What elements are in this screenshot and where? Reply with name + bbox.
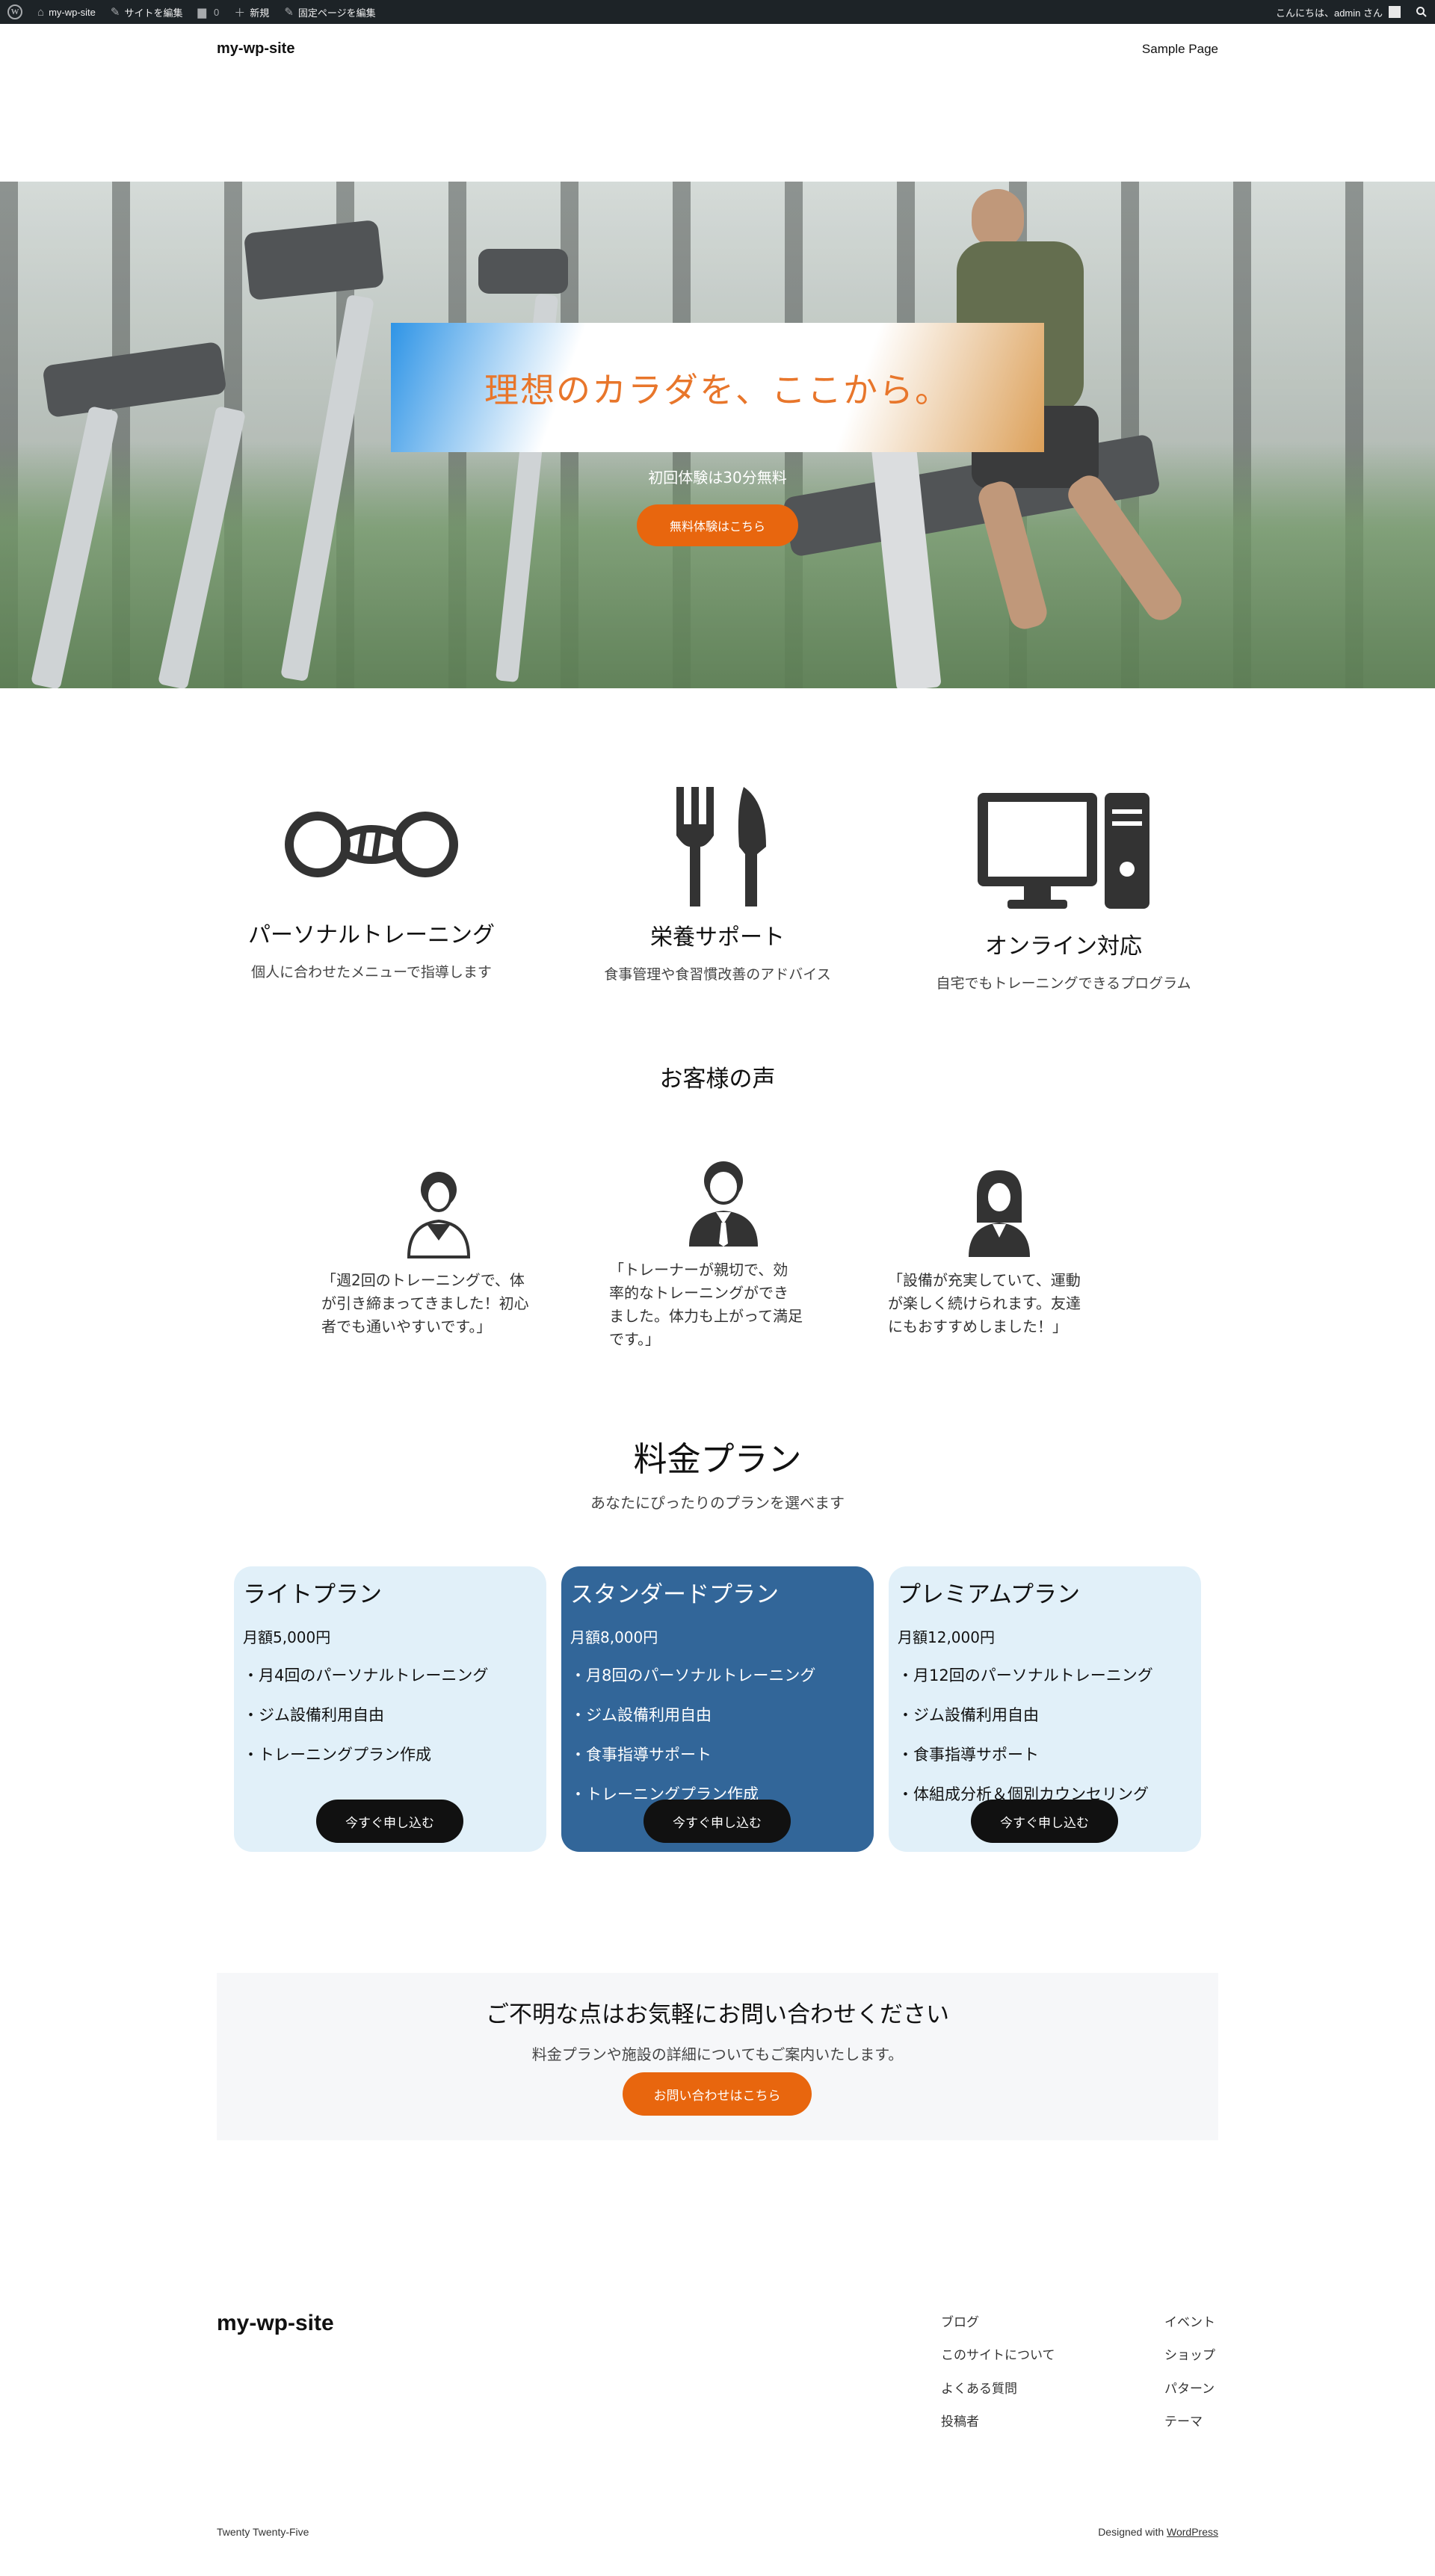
free-trial-button[interactable]: 無料体験はこちら bbox=[637, 504, 798, 546]
plan-feature-item: ・月4回のパーソナルトレーニング bbox=[243, 1667, 489, 1684]
contact-title: ご不明な点はお気軽にお問い合わせください bbox=[486, 2001, 949, 2028]
wordpress-logo-menu[interactable]: W bbox=[0, 0, 30, 24]
admin-bar-account[interactable]: こんにちは、admin さん bbox=[1268, 0, 1408, 24]
wordpress-link[interactable]: WordPress bbox=[1167, 2526, 1218, 2538]
admin-bar: W ⌂ my-wp-site ✎ サイトを編集 ▆ 0 ＋ 新規 ✎ 固定ページ… bbox=[0, 0, 1435, 24]
admin-bar-site-name[interactable]: ⌂ my-wp-site bbox=[30, 0, 103, 24]
admin-bar-search[interactable] bbox=[1408, 0, 1435, 24]
footer-link-shop[interactable]: ショップ bbox=[1164, 2344, 1215, 2363]
admin-bar-comments[interactable]: ▆ 0 bbox=[191, 0, 227, 24]
woman-avatar-icon bbox=[407, 1172, 471, 1258]
footer-link-themes[interactable]: テーマ bbox=[1164, 2411, 1203, 2430]
wordpress-logo-icon: W bbox=[7, 4, 22, 19]
footer-link-authors[interactable]: 投稿者 bbox=[941, 2411, 979, 2430]
feature-personal-training: パーソナルトレーニング 個人に合わせたメニューで指導します bbox=[215, 781, 528, 981]
footer-link-patterns[interactable]: パターン bbox=[1164, 2378, 1215, 2397]
apply-now-button[interactable]: 今すぐ申し込む bbox=[644, 1800, 791, 1843]
feature-description: 個人に合わせたメニューで指導します bbox=[251, 964, 492, 980]
designed-with-credit: Designed with WordPress bbox=[1098, 2526, 1218, 2538]
hero-headline-banner: 理想のカラダを、ここから。 bbox=[391, 323, 1044, 452]
admin-bar-edit-page[interactable]: ✎ 固定ページを編集 bbox=[277, 0, 383, 24]
admin-bar-edit-site[interactable]: ✎ サイトを編集 bbox=[103, 0, 191, 24]
plan-feature-item: ・食事指導サポート bbox=[898, 1746, 1039, 1764]
pricing-title: 料金プラン bbox=[633, 1439, 802, 1479]
apply-now-button[interactable]: 今すぐ申し込む bbox=[971, 1800, 1118, 1843]
avatar bbox=[1389, 6, 1401, 18]
home-icon: ⌂ bbox=[37, 5, 45, 19]
admin-bar-site-name-label: my-wp-site bbox=[49, 6, 96, 18]
plus-icon: ＋ bbox=[234, 6, 246, 19]
desktop-computer-icon bbox=[978, 793, 1149, 909]
plan-card-standard: スタンダードプラン 月額8,000円 ・月8回のパーソナルトレーニング ・ジム設… bbox=[561, 1566, 874, 1852]
plan-name: ライトプラン bbox=[243, 1581, 382, 1608]
plan-feature-item: ・ジム設備利用自由 bbox=[243, 1706, 384, 1724]
testimonials-title: お客様の声 bbox=[659, 1066, 776, 1093]
footer-link-faq[interactable]: よくある質問 bbox=[941, 2378, 1017, 2397]
plan-features: ・月12回のパーソナルトレーニング ・ジム設備利用自由 ・食事指導サポート ・体… bbox=[898, 1664, 1192, 1805]
footer-link-blog[interactable]: ブログ bbox=[941, 2311, 979, 2330]
footer-link-events[interactable]: イベント bbox=[1164, 2311, 1215, 2330]
site-title-link[interactable]: my-wp-site bbox=[217, 40, 294, 58]
nav-sample-page[interactable]: Sample Page bbox=[1142, 42, 1218, 57]
comment-count: 0 bbox=[214, 6, 220, 18]
admin-bar-edit-site-label: サイトを編集 bbox=[124, 7, 183, 19]
plan-feature-item: ・トレーニングプラン作成 bbox=[243, 1746, 431, 1764]
footer-link-about[interactable]: このサイトについて bbox=[941, 2344, 1055, 2363]
comment-icon: ▆ bbox=[197, 6, 207, 19]
fork-knife-icon bbox=[676, 787, 766, 906]
feature-title: オンライン対応 bbox=[985, 933, 1142, 960]
search-icon bbox=[1416, 7, 1427, 17]
testimonial-card: 「設備が充実していて、運動 が楽しく続けられます。友達 にもおすすめしました！」 bbox=[888, 1269, 1120, 1338]
brush-icon: ✎ bbox=[110, 6, 120, 19]
site-header: my-wp-site Sample Page bbox=[0, 24, 1435, 99]
hero-section: 理想のカラダを、ここから。 初回体験は30分無料 無料体験はこちら bbox=[0, 182, 1435, 688]
plan-name: スタンダードプラン bbox=[570, 1581, 779, 1608]
testimonial-card: 「週2回のトレーニングで、体 が引き締まってきました！初心 者でも通いやすいです… bbox=[321, 1269, 553, 1338]
footer-site-title[interactable]: my-wp-site bbox=[217, 2311, 334, 2336]
plan-price: 月額5,000円 bbox=[243, 1628, 331, 1646]
feature-title: 栄養サポート bbox=[650, 924, 785, 951]
plan-card-premium: プレミアムプラン 月額12,000円 ・月12回のパーソナルトレーニング ・ジム… bbox=[889, 1566, 1201, 1852]
woman-suit-avatar-icon bbox=[969, 1170, 1030, 1257]
feature-description: 食事管理や食習慣改善のアドバイス bbox=[604, 966, 831, 983]
plan-price: 月額12,000円 bbox=[898, 1628, 995, 1646]
contact-button[interactable]: お問い合わせはこちら bbox=[623, 2072, 812, 2116]
pricing-subtitle: あなたにぴったりのプランを選べます bbox=[590, 1494, 845, 1512]
pencil-icon: ✎ bbox=[284, 6, 294, 19]
plan-features: ・月8回のパーソナルトレーニング ・ジム設備利用自由 ・食事指導サポート ・トレ… bbox=[570, 1664, 865, 1805]
feature-title: パーソナルトレーニング bbox=[248, 922, 495, 948]
admin-bar-edit-page-label: 固定ページを編集 bbox=[297, 7, 376, 19]
testimonial-text: 「トレーナーが親切で、効 率的なトレーニングができ ました。体力も上がって満足 … bbox=[609, 1261, 803, 1348]
admin-bar-new-label: 新規 bbox=[250, 7, 270, 19]
hero-subtext: 初回体験は30分無料 bbox=[648, 469, 787, 487]
plan-feature-item: ・食事指導サポート bbox=[570, 1746, 712, 1764]
testimonial-text: 「設備が充実していて、運動 が楽しく続けられます。友達 にもおすすめしました！」 bbox=[888, 1271, 1081, 1335]
plan-card-light: ライトプラン 月額5,000円 ・月4回のパーソナルトレーニング ・ジム設備利用… bbox=[234, 1566, 546, 1852]
admin-bar-new[interactable]: ＋ 新規 bbox=[226, 0, 277, 24]
dumbbell-icon bbox=[285, 812, 458, 877]
admin-greeting: こんにちは、admin さん bbox=[1275, 7, 1383, 19]
theme-credit: Twenty Twenty-Five bbox=[217, 2526, 309, 2538]
plan-feature-item: ・月12回のパーソナルトレーニング bbox=[898, 1667, 1153, 1684]
feature-nutrition: 栄養サポート 食事管理や食習慣改善のアドバイス bbox=[561, 781, 874, 983]
apply-now-button[interactable]: 今すぐ申し込む bbox=[316, 1800, 463, 1843]
plan-feature-item: ・ジム設備利用自由 bbox=[898, 1706, 1039, 1724]
contact-section: ご不明な点はお気軽にお問い合わせください 料金プランや施設の詳細についてもご案内… bbox=[217, 1973, 1218, 2140]
plan-feature-item: ・月8回のパーソナルトレーニング bbox=[570, 1667, 816, 1684]
feature-description: 自宅でもトレーニングできるプログラム bbox=[936, 975, 1191, 992]
plan-features: ・月4回のパーソナルトレーニング ・ジム設備利用自由 ・トレーニングプラン作成 bbox=[243, 1664, 537, 1765]
testimonial-text: 「週2回のトレーニングで、体 が引き締まってきました！初心 者でも通いやすいです… bbox=[321, 1271, 529, 1335]
hero-headline: 理想のカラダを、ここから。 bbox=[484, 369, 951, 410]
contact-description: 料金プランや施設の詳細についてもご案内いたします。 bbox=[531, 2045, 904, 2063]
man-avatar-icon bbox=[689, 1161, 758, 1247]
testimonial-card: 「トレーナーが親切で、効 率的なトレーニングができ ました。体力も上がって満足 … bbox=[609, 1258, 841, 1351]
plan-name: プレミアムプラン bbox=[898, 1581, 1080, 1608]
plan-feature-item: ・ジム設備利用自由 bbox=[570, 1706, 712, 1724]
plan-price: 月額8,000円 bbox=[570, 1628, 658, 1646]
feature-online: オンライン対応 自宅でもトレーニングできるプログラム bbox=[907, 781, 1220, 992]
